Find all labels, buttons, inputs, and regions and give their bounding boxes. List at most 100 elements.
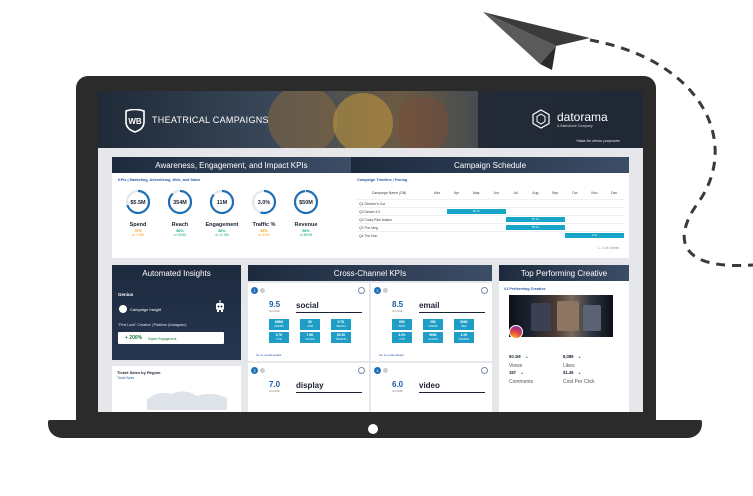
svg-text:WB: WB <box>128 117 142 126</box>
metric-tile: 85K SENT <box>392 319 412 330</box>
settings-icon[interactable] <box>481 287 488 294</box>
metric-tile: 3.0% CTR <box>392 332 412 343</box>
channel-rank: 2 <box>374 287 381 294</box>
campaign-bar[interactable]: 0 % <box>564 233 624 238</box>
cross-channel-panel: Cross-Channel KPIs 1 9.5 SCORE social $98M SP… <box>248 265 492 412</box>
campaign-name: Q1 Director's Cut <box>359 202 385 206</box>
kpi-label: Spend <box>129 222 147 228</box>
channel-score: 6.0 <box>392 380 404 389</box>
settings-icon[interactable] <box>481 367 488 374</box>
channel-card-social[interactable]: 1 9.5 SCORE social $98M SPEND $0 CPM 5.7K REACH 3.… <box>248 283 369 361</box>
metric-tile: 960K CLICKS <box>423 332 443 343</box>
schedule-panel: Campaign Schedule Campaign Timeline / Pa… <box>351 157 629 258</box>
channel-name: social <box>296 301 319 310</box>
campaign-bar[interactable]: 91 % <box>446 209 506 214</box>
channel-card-email[interactable]: 2 8.5 SCORE email 85K SENT 25K OPENS $30K REV 3.0%… <box>371 283 492 361</box>
channel-divider <box>296 392 362 393</box>
channel-score-label: SCORE <box>269 389 280 393</box>
metric-tile: 5.7K REACH <box>331 319 351 330</box>
demo-note: *data for demo purposes <box>576 138 620 143</box>
metric-label: CPM <box>307 325 313 328</box>
dashboard-title: THEATRICAL CAMPAIGNS <box>152 115 269 125</box>
kpi-value: 354M <box>173 200 187 206</box>
header-banner: WB THEATRICAL CAMPAIGNS datorama A Sales… <box>98 91 643 148</box>
metric-tile: $2.56 TRAFFIC <box>331 332 351 343</box>
metric-label: OPENS <box>428 325 438 328</box>
top-creative-panel: Top Performing Creative #1 Performing Cr… <box>499 265 629 412</box>
metric-tile: 7.6K CLICKS <box>300 332 320 343</box>
kpi-target: of 7.5M <box>132 233 144 237</box>
stat-label: Comments <box>509 379 534 385</box>
schedule-caption: Campaign Timeline / Pacing <box>357 178 408 182</box>
campaign-bar[interactable]: 57 % <box>505 217 565 222</box>
kpi-ring: $50M <box>293 189 319 215</box>
paper-plane-icon <box>483 12 590 70</box>
laptop-indicator <box>368 424 378 434</box>
schedule-row[interactable]: Q1 Director's Cut <box>357 199 624 207</box>
kpi-label: Traffic % <box>252 222 276 228</box>
cross-channel-header: Cross-Channel KPIs <box>248 265 492 281</box>
kpi-item: $5.5M Spend 70% of 7.5M <box>118 189 158 237</box>
stat-up-icon: ▲ <box>577 371 582 375</box>
channel-divider <box>296 312 362 313</box>
month-label: May <box>472 191 480 195</box>
settings-icon[interactable] <box>358 367 365 374</box>
schedule-panel-header: Campaign Schedule <box>351 157 629 173</box>
status-dot-icon <box>260 288 265 293</box>
month-label: Jul <box>513 191 518 195</box>
schedule-row[interactable]: Q3 The Meg 55 % <box>357 223 624 231</box>
robot-icon <box>216 300 224 312</box>
metric-label: TRAFFIC <box>335 338 347 341</box>
kpi-item: 354M Reach 88% of 300M <box>160 189 200 237</box>
metric-tile: $98M SPEND <box>269 319 289 330</box>
stat-up-icon: ▲ <box>520 371 524 375</box>
campaign-insight-label[interactable]: Campaign Insight <box>130 307 161 312</box>
channel-divider <box>419 392 485 393</box>
ticket-sales-filter[interactable]: Ticket Sales <box>117 376 134 380</box>
stat-value: 50.1M <box>509 354 521 359</box>
status-dot-icon <box>383 368 388 373</box>
month-label: Jun <box>493 191 499 195</box>
kpi-label: Revenue <box>294 222 318 228</box>
metric-label: CTR <box>276 338 282 341</box>
month-label: Nov <box>591 191 598 195</box>
channel-details-link[interactable]: Go to social details <box>256 353 281 357</box>
status-dot-icon <box>383 288 388 293</box>
stat-up-icon: ▲ <box>525 355 529 359</box>
insight-value: + 200% <box>125 335 143 341</box>
schedule-pager[interactable]: 1 - 4 of 4 items <box>598 246 619 250</box>
channel-rank: 1 <box>251 287 258 294</box>
stat-value: 167 <box>509 370 516 375</box>
metric-label: TRAFFIC <box>458 338 470 341</box>
insights-panel: Automated Insights Genius Campaign Insig… <box>112 265 241 360</box>
kpi-value: $5.5M <box>130 200 146 206</box>
metric-label: REACH <box>336 325 346 328</box>
metric-tile: $0 CPM <box>300 319 320 330</box>
top-creative-caption: #1 Performing Creative <box>504 287 546 291</box>
settings-icon[interactable] <box>358 287 365 294</box>
kpi-target: of 3.5% <box>258 233 270 237</box>
metric-tile: 25K OPENS <box>423 319 443 330</box>
campaign-bar[interactable]: 55 % <box>505 225 565 230</box>
genius-label: Genius <box>118 292 134 297</box>
schedule-row[interactable]: Q2 Crazy Rich Asians 57 % <box>357 215 624 223</box>
channel-name: display <box>296 381 324 390</box>
schedule-row[interactable]: Q4 The Nun 0 % <box>357 231 624 239</box>
schedule-row[interactable]: Q2 Desert 4.0 91 % <box>357 207 624 215</box>
channel-card-video[interactable]: 4 6.0 SCORE video <box>371 363 492 412</box>
creative-thumbnail[interactable] <box>509 295 613 337</box>
first-look-label: "First Look" Creative | Platform (Instag… <box>118 323 187 327</box>
kpi-panel-header: Awareness, Engagement, and Impact KPIs <box>112 157 351 173</box>
stat-value: $1.45 <box>563 370 574 375</box>
channel-card-display[interactable]: 3 7.0 SCORE display <box>248 363 369 412</box>
page: WB THEATRICAL CAMPAIGNS datorama A Sales… <box>0 0 753 496</box>
world-map <box>147 391 227 410</box>
insight-icon <box>119 305 127 313</box>
month-label: Mar <box>433 191 440 195</box>
insight-result: + 200% Higher Engagement <box>118 332 224 344</box>
campaign-name: Q3 The Meg <box>359 226 378 230</box>
status-dot-icon <box>260 368 265 373</box>
insight-value-sub: Higher Engagement <box>148 336 177 341</box>
channel-details-link[interactable]: Go to email details <box>379 353 404 357</box>
insights-header: Automated Insights <box>142 268 211 278</box>
